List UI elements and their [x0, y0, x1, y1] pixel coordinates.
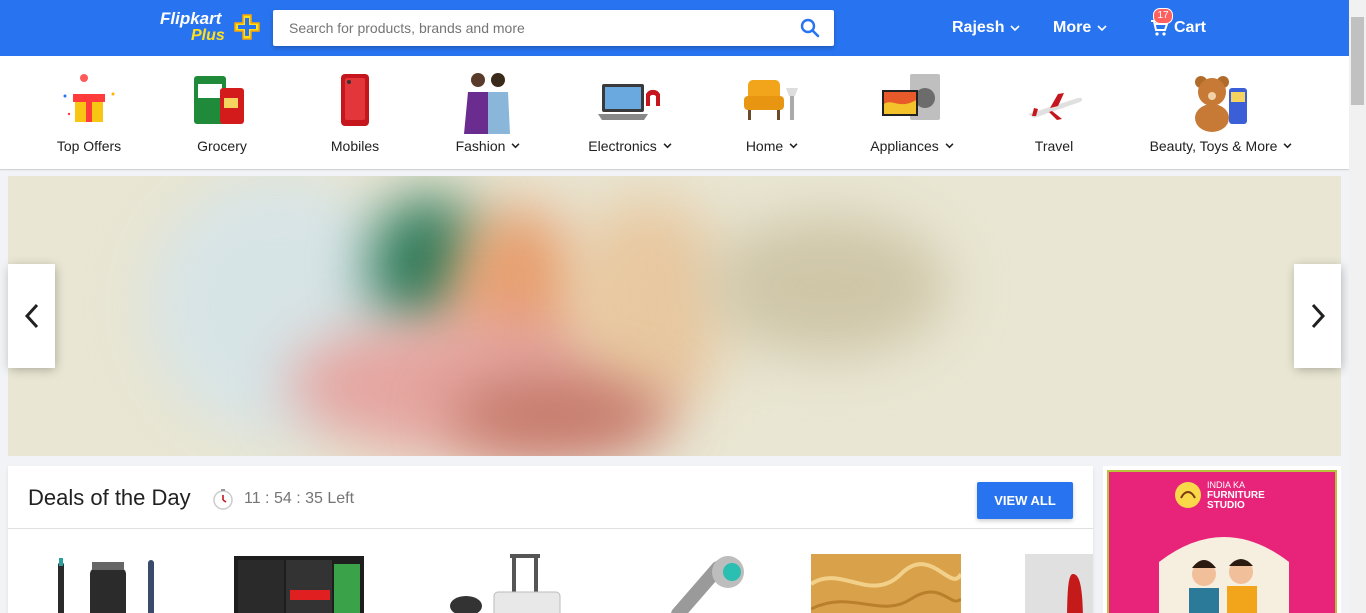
chevron-down-icon: [1283, 143, 1292, 149]
ad-panel: INDIA KA FURNITURE STUDIO: [1107, 470, 1337, 613]
garnier-men-product[interactable]: [234, 554, 384, 613]
plus-cross-icon: [234, 14, 260, 40]
couple-illustration: [1159, 537, 1289, 613]
category-beauty-toys[interactable]: Beauty, Toys & More: [1146, 56, 1296, 169]
category-label: Home: [745, 138, 784, 154]
clock-icon: [213, 489, 233, 510]
ad-line1: INDIA KA: [1207, 480, 1246, 490]
trimmer-image: [58, 558, 154, 613]
chevron-down-icon: [1097, 24, 1107, 31]
logo-plus-text: Plus: [191, 27, 225, 44]
category-bar: Top Offers Grocery Mobiles Fashion Elect…: [0, 56, 1349, 169]
search-input[interactable]: [273, 10, 793, 46]
category-label: Appliances: [870, 138, 939, 154]
category-top-offers[interactable]: Top Offers: [48, 56, 130, 169]
furniture-ad[interactable]: INDIA KA FURNITURE STUDIO: [1103, 466, 1341, 613]
deals-timer: 11 : 54 : 35 Left: [212, 488, 354, 510]
faucet-image: [671, 556, 744, 613]
category-fashion[interactable]: Fashion: [447, 56, 529, 169]
category-label: Travel: [1034, 138, 1074, 154]
category-home[interactable]: Home: [731, 56, 813, 169]
health-faucet-product[interactable]: [658, 554, 808, 613]
category-label: Beauty, Toys & More: [1149, 138, 1278, 154]
chevron-left-icon: [24, 303, 38, 329]
cart-label: Cart: [1174, 19, 1207, 36]
logo-text: Flipkart: [160, 9, 222, 28]
hero-banner[interactable]: [8, 176, 1341, 456]
deals-title: Deals of the Day: [28, 485, 191, 510]
gift-icon: [63, 74, 115, 122]
more-label: More: [1053, 19, 1092, 36]
search-icon: [800, 18, 820, 38]
category-travel[interactable]: Travel: [1013, 56, 1095, 169]
flipkart-plus-logo[interactable]: Flipkart Plus: [160, 10, 262, 46]
chevron-right-icon: [1311, 303, 1325, 329]
fashion-product[interactable]: [1025, 554, 1093, 613]
mobile-icon: [341, 74, 369, 126]
gold-fabric-product[interactable]: [809, 554, 963, 613]
search-button[interactable]: [786, 10, 834, 46]
luggage-image: [450, 554, 561, 613]
cart-count-badge: 17: [1153, 8, 1173, 24]
category-label: Electronics: [588, 138, 657, 154]
more-menu[interactable]: More: [1053, 18, 1107, 38]
category-label: Grocery: [197, 138, 247, 154]
fabric-image: [809, 554, 963, 613]
category-electronics[interactable]: Electronics: [580, 56, 680, 169]
category-mobiles[interactable]: Mobiles: [314, 56, 396, 169]
deals-header: Deals of the Day 11 : 54 : 35 Left VIEW …: [8, 466, 1093, 529]
view-all-button[interactable]: VIEW ALL: [977, 482, 1073, 519]
category-grocery[interactable]: Grocery: [181, 56, 263, 169]
search-bar: [273, 10, 834, 46]
fashion-icon: [464, 73, 510, 134]
deals-of-the-day: Deals of the Day 11 : 54 : 35 Left VIEW …: [8, 466, 1093, 613]
teddy-bear-icon: [1195, 76, 1247, 132]
user-name: Rajesh: [952, 19, 1005, 36]
airplane-icon: [1028, 93, 1083, 120]
chevron-down-icon: [1010, 24, 1021, 31]
category-label: Mobiles: [330, 138, 380, 154]
chevron-down-icon: [663, 143, 672, 149]
top-header: Flipkart Plus Rajesh More Cart 17: [0, 0, 1349, 56]
category-label: Fashion: [455, 138, 506, 154]
banner-next-button[interactable]: [1294, 264, 1341, 368]
category-appliances[interactable]: Appliances: [864, 56, 960, 169]
fashion-image: [1025, 554, 1093, 613]
user-menu[interactable]: Rajesh: [952, 18, 1021, 38]
garnier-image: [234, 556, 364, 613]
banner-prev-button[interactable]: [8, 264, 55, 368]
chevron-down-icon: [945, 143, 954, 149]
furniture-studio-logo: [1175, 482, 1201, 508]
category-label: Top Offers: [56, 138, 122, 154]
luggage-product[interactable]: [438, 554, 588, 613]
appliances-icon: [882, 74, 940, 120]
banner-blur: [708, 216, 948, 356]
chevron-down-icon: [789, 143, 798, 149]
scrollbar-thumb[interactable]: [1351, 17, 1364, 105]
grocery-icon: [194, 76, 244, 124]
armchair-icon: [744, 80, 798, 120]
chevron-down-icon: [511, 143, 520, 149]
laptop-icon: [598, 84, 660, 120]
ad-line3: STUDIO: [1207, 500, 1245, 511]
timer-text: 11 : 54 : 35 Left: [244, 490, 355, 507]
page-scrollbar[interactable]: [1349, 0, 1366, 613]
banner-blur: [448, 376, 668, 456]
trimmer-product[interactable]: [50, 554, 200, 613]
